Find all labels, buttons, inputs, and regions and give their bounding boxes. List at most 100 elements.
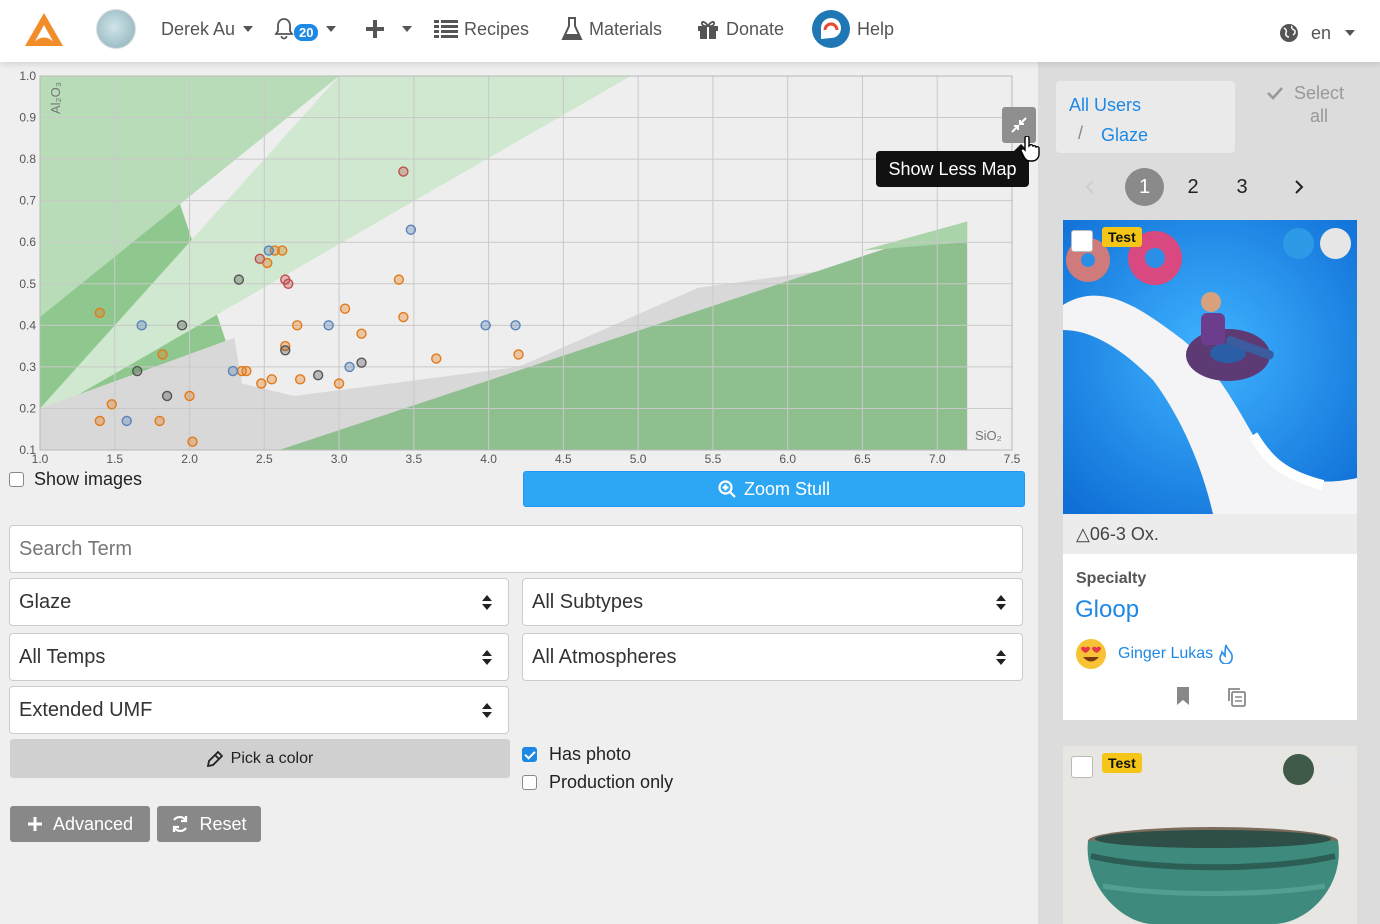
- subtype-select-value: All Subtypes: [532, 590, 644, 613]
- x-tick-label: 2.0: [181, 452, 198, 466]
- recipe-card[interactable]: Test △06-3 Ox. Specialty Gloop Ginger Lu…: [1063, 220, 1357, 720]
- recipe-point[interactable]: [157, 349, 168, 360]
- recipe-point[interactable]: [227, 365, 239, 377]
- recipe-point[interactable]: [241, 365, 252, 377]
- production-only-checkbox[interactable]: [522, 775, 537, 790]
- recipe-point[interactable]: [233, 274, 245, 285]
- card-title[interactable]: Gloop: [1075, 596, 1139, 624]
- recipe-point[interactable]: [513, 349, 524, 360]
- pager-page-3[interactable]: 3: [1228, 168, 1256, 206]
- has-photo-checkbox[interactable]: [522, 747, 537, 762]
- recipe-point[interactable]: [94, 415, 106, 427]
- recipe-point[interactable]: [266, 374, 277, 385]
- recipe-point[interactable]: [480, 320, 491, 331]
- user-avatar[interactable]: [96, 0, 136, 58]
- language-menu[interactable]: en: [1279, 4, 1356, 62]
- recipe-point[interactable]: [333, 378, 345, 389]
- nav-materials[interactable]: Materials: [561, 0, 662, 58]
- show-images-checkbox[interactable]: [9, 472, 24, 487]
- type-select[interactable]: Glaze: [9, 578, 509, 626]
- atmosphere-select[interactable]: All Atmospheres: [522, 633, 1023, 681]
- zoom-stull-button[interactable]: Zoom Stull: [523, 471, 1025, 507]
- nav-recipes[interactable]: Recipes: [434, 0, 529, 58]
- nav-donate[interactable]: Donate: [696, 0, 784, 58]
- recipe-point[interactable]: [254, 253, 266, 265]
- breadcrumb-all-users[interactable]: All Users: [1069, 95, 1141, 116]
- color-swatch: [1320, 754, 1351, 785]
- recipe-point[interactable]: [292, 320, 303, 331]
- breadcrumb-glaze[interactable]: Glaze: [1101, 125, 1148, 146]
- chemistry-select[interactable]: Extended UMF: [9, 686, 509, 734]
- recipe-point[interactable]: [393, 274, 405, 285]
- y-tick-label: 0.3: [19, 360, 36, 374]
- recipe-point[interactable]: [106, 399, 117, 410]
- has-photo-toggle[interactable]: Has photo: [522, 744, 631, 765]
- y-tick-label: 0.7: [19, 194, 36, 208]
- search-input[interactable]: Search Term: [9, 525, 1023, 573]
- advanced-button[interactable]: Advanced: [10, 806, 150, 842]
- recipe-point[interactable]: [136, 320, 147, 331]
- card-author[interactable]: Ginger Lukas: [1118, 644, 1235, 664]
- recipe-photo[interactable]: [1063, 220, 1357, 514]
- production-only-toggle[interactable]: Production only: [522, 772, 673, 793]
- recipe-point[interactable]: [312, 370, 324, 381]
- recipe-point[interactable]: [356, 357, 367, 368]
- add-menu[interactable]: [364, 0, 412, 58]
- card-select-checkbox[interactable]: [1071, 230, 1093, 252]
- recipe-card[interactable]: Test: [1063, 746, 1357, 924]
- recipe-point[interactable]: [344, 361, 355, 373]
- recipe-point[interactable]: [398, 311, 409, 323]
- recipe-point[interactable]: [263, 245, 274, 256]
- y-tick-label: 0.9: [19, 111, 36, 125]
- pick-color-button[interactable]: Pick a color: [10, 739, 510, 778]
- recipe-point[interactable]: [131, 365, 143, 377]
- subtype-select[interactable]: All Subtypes: [522, 578, 1023, 626]
- nav-help[interactable]: Help: [811, 0, 894, 58]
- card-select-checkbox[interactable]: [1071, 756, 1093, 778]
- recipe-point[interactable]: [323, 320, 334, 331]
- pager-page-2[interactable]: 2: [1179, 168, 1207, 206]
- show-images-toggle[interactable]: Show images: [9, 469, 142, 490]
- temps-select[interactable]: All Temps: [9, 633, 509, 681]
- pager-page-1[interactable]: 1: [1125, 168, 1164, 206]
- recipe-point[interactable]: [187, 436, 198, 447]
- bookmark-icon[interactable]: [1175, 686, 1191, 706]
- user-menu[interactable]: Derek Au: [161, 0, 254, 58]
- recipe-point[interactable]: [431, 353, 442, 364]
- recipe-point[interactable]: [339, 303, 351, 314]
- y-axis-label: Al₂O₃: [48, 82, 63, 114]
- recipe-point[interactable]: [294, 374, 306, 385]
- language-label: en: [1311, 22, 1332, 43]
- chemistry-select-value: Extended UMF: [19, 698, 153, 721]
- check-icon: [1267, 87, 1283, 100]
- recipe-point[interactable]: [356, 328, 367, 339]
- recipe-point[interactable]: [121, 415, 132, 427]
- recipe-point[interactable]: [161, 390, 173, 402]
- app-logo[interactable]: [24, 0, 64, 58]
- stull-map[interactable]: 1.0 1.5 2.0 2.5 3.0 3.5 4.0 4.5 5.0 5.5 6.0 6.5 7.0 7…: [0, 62, 1036, 470]
- cone-label: △06-3 Ox.: [1063, 514, 1357, 554]
- help-icon: [812, 10, 850, 48]
- recipe-point[interactable]: [277, 245, 288, 256]
- compress-icon: [1011, 117, 1027, 133]
- notification-count-badge: 20: [294, 23, 319, 41]
- select-all-button[interactable]: Select all: [1265, 82, 1355, 128]
- pager-prev-button[interactable]: [1078, 168, 1102, 206]
- bell-icon: [274, 18, 294, 40]
- recipe-point[interactable]: [398, 166, 409, 177]
- recipe-point[interactable]: [510, 320, 521, 331]
- recipe-point[interactable]: [184, 390, 195, 402]
- reset-button[interactable]: Reset: [157, 806, 261, 842]
- recipe-point[interactable]: [405, 224, 417, 235]
- copy-icon[interactable]: [1226, 686, 1248, 708]
- breadcrumb: All Users / Glaze: [1056, 81, 1235, 153]
- pager-next-button[interactable]: [1287, 168, 1311, 206]
- recipe-point[interactable]: [94, 307, 106, 319]
- recipe-point[interactable]: [154, 415, 165, 427]
- recipe-point[interactable]: [283, 278, 294, 289]
- recipe-point[interactable]: [176, 320, 188, 331]
- notifications-menu[interactable]: 20: [272, 0, 337, 58]
- recipe-point[interactable]: [280, 345, 291, 356]
- stull-chart[interactable]: 1.0 1.5 2.0 2.5 3.0 3.5 4.0 4.5 5.0 5.5 6.0 6.5 7.0 7…: [0, 62, 1036, 470]
- recipe-point[interactable]: [256, 378, 267, 389]
